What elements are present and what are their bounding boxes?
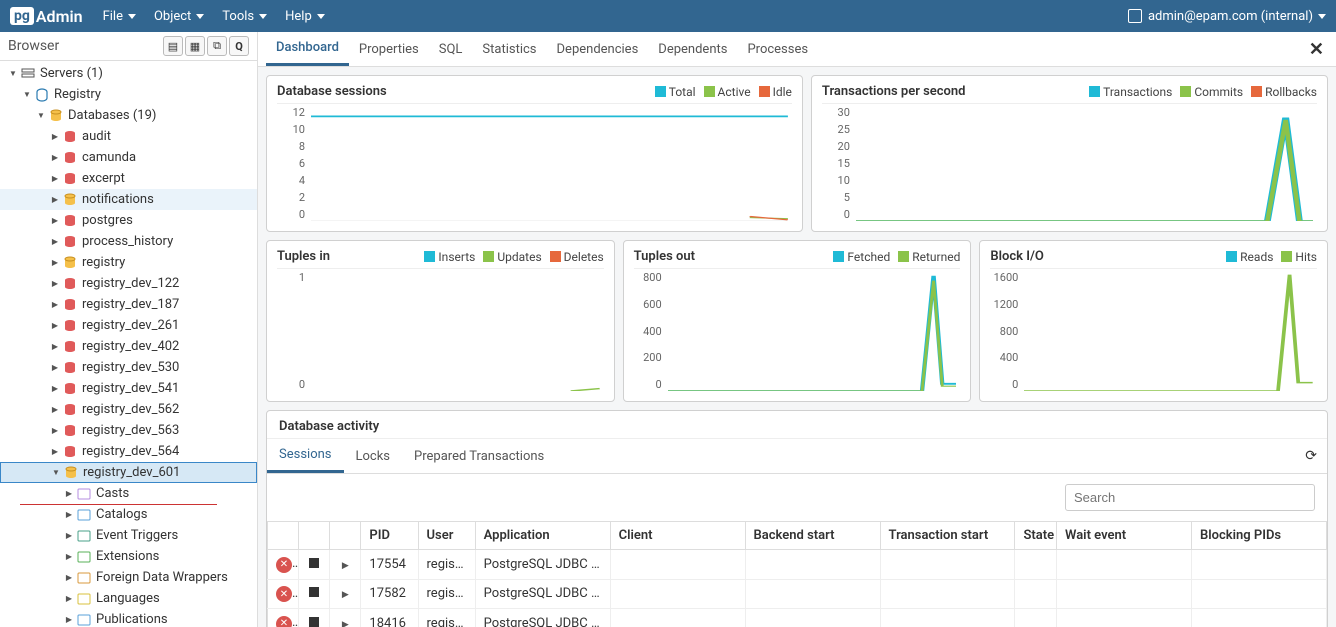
menu-file[interactable]: File [103, 9, 136, 24]
activity-search-input[interactable] [1065, 484, 1315, 511]
menu-object[interactable]: Object [154, 9, 204, 24]
chart-tuples-out: 8006004002000 [634, 268, 961, 393]
server-status-icon [1128, 9, 1142, 23]
refresh-icon[interactable]: ⟳ [1295, 442, 1327, 470]
tree-db-postgres[interactable]: postgres [0, 210, 257, 231]
tree-db-registry_dev_530[interactable]: registry_dev_530 [0, 357, 257, 378]
browser-btn-3[interactable]: ⧉ [207, 36, 227, 56]
tab-processes[interactable]: Processes [737, 34, 818, 65]
tree-databases[interactable]: Databases (19) [0, 105, 257, 126]
activity-table: PIDUserApplicationClientBackend startTra… [267, 521, 1327, 627]
brand-name: Admin [36, 7, 83, 26]
card-tps-title: Transactions per second [822, 84, 966, 99]
tree-sub-extensions[interactable]: Extensions [0, 546, 257, 567]
tree-db-registry_dev_187[interactable]: registry_dev_187 [0, 294, 257, 315]
expand-icon[interactable] [342, 586, 349, 601]
tab-properties[interactable]: Properties [349, 34, 429, 65]
tree-servers[interactable]: Servers (1) [0, 63, 257, 84]
tree-db-registry_dev_122[interactable]: registry_dev_122 [0, 273, 257, 294]
menu-tools[interactable]: Tools [222, 9, 267, 24]
top-menubar: pg Admin File Object Tools Help admin@ep… [0, 0, 1336, 32]
expand-icon[interactable] [342, 557, 349, 572]
tree-sub-languages[interactable]: Languages [0, 588, 257, 609]
col-action[interactable] [330, 522, 361, 550]
tree-sub-publications[interactable]: Publications [0, 609, 257, 627]
activity-tab-prepared[interactable]: Prepared Transactions [402, 441, 556, 472]
chart-sessions: 121086420 [277, 103, 792, 223]
terminate-icon[interactable]: ✕ [276, 586, 292, 602]
tree-sub-catalogs[interactable]: Catalogs [0, 504, 257, 525]
terminate-icon[interactable]: ✕ [276, 616, 292, 627]
tree-db-registry_dev_601[interactable]: registry_dev_601 [0, 462, 257, 483]
tree-sub-event-triggers[interactable]: Event Triggers [0, 525, 257, 546]
table-row[interactable]: ✕18416registr…PostgreSQL JDBC Dr… [268, 609, 1327, 627]
card-block-io: Block I/O Reads Hits 160012008004000 [979, 240, 1328, 402]
col-action[interactable] [299, 522, 330, 550]
chart-tps: 302520151050 [822, 103, 1317, 223]
expand-icon[interactable] [342, 616, 349, 627]
tab-dependents[interactable]: Dependents [648, 34, 737, 65]
chart-tuples-in: 10 [277, 268, 604, 393]
close-panel-button[interactable]: ✕ [1309, 39, 1328, 60]
tab-statistics[interactable]: Statistics [472, 34, 546, 65]
tree-db-registry_dev_564[interactable]: registry_dev_564 [0, 441, 257, 462]
card-sessions-title: Database sessions [277, 84, 387, 99]
tree-db-process_history[interactable]: process_history [0, 231, 257, 252]
tree-db-notifications[interactable]: notifications [0, 189, 257, 210]
tree-db-registry_dev_562[interactable]: registry_dev_562 [0, 399, 257, 420]
col-User[interactable]: User [418, 522, 475, 550]
stop-icon[interactable] [309, 558, 319, 568]
stop-icon[interactable] [309, 617, 319, 627]
browser-title: Browser [8, 38, 163, 54]
chart-block-io: 160012008004000 [990, 268, 1317, 393]
table-row[interactable]: ✕17582registr…PostgreSQL JDBC Dr… [268, 579, 1327, 609]
tree-sub-foreign-data-wrappers[interactable]: Foreign Data Wrappers [0, 567, 257, 588]
col-action[interactable] [268, 522, 299, 550]
card-tps: Transactions per second Transactions Com… [811, 75, 1328, 232]
browser-btn-1[interactable]: ▤ [163, 36, 183, 56]
tab-dashboard[interactable]: Dashboard [266, 32, 349, 66]
user-menu[interactable]: admin@epam.com (internal) [1148, 9, 1326, 24]
menu-help[interactable]: Help [285, 9, 325, 24]
activity-title: Database activity [267, 411, 1327, 439]
tree-db-excerpt[interactable]: excerpt [0, 168, 257, 189]
card-database-activity: Database activity Sessions Locks Prepare… [266, 410, 1328, 627]
tree-server-registry[interactable]: Registry [0, 84, 257, 105]
col-Transaction start[interactable]: Transaction start [880, 522, 1015, 550]
tree-db-registry_dev_402[interactable]: registry_dev_402 [0, 336, 257, 357]
col-Client[interactable]: Client [610, 522, 745, 550]
tree-sub-casts[interactable]: Casts [0, 483, 257, 504]
col-Wait event[interactable]: Wait event [1057, 522, 1192, 550]
card-sessions: Database sessions Total Active Idle 1210… [266, 75, 803, 232]
col-PID[interactable]: PID [361, 522, 418, 550]
logo-badge: pg [10, 7, 34, 25]
browser-sidebar: Browser ▤ ▦ ⧉ Q Servers (1)RegistryDatab… [0, 32, 258, 627]
tree-db-registry_dev_541[interactable]: registry_dev_541 [0, 378, 257, 399]
col-State[interactable]: State [1015, 522, 1057, 550]
stop-icon[interactable] [309, 587, 319, 597]
card-tuples-in: Tuples in Inserts Updates Deletes 10 [266, 240, 615, 402]
card-tuples-out: Tuples out Fetched Returned 800600400200… [623, 240, 972, 402]
tree-db-audit[interactable]: audit [0, 126, 257, 147]
tab-dependencies[interactable]: Dependencies [547, 34, 649, 65]
table-row[interactable]: ✕17554registr…PostgreSQL JDBC Dr… [268, 550, 1327, 580]
tree-db-registry_dev_563[interactable]: registry_dev_563 [0, 420, 257, 441]
tree-db-registry_dev_261[interactable]: registry_dev_261 [0, 315, 257, 336]
browser-btn-2[interactable]: ▦ [185, 36, 205, 56]
col-Blocking PIDs[interactable]: Blocking PIDs [1191, 522, 1326, 550]
tree-db-camunda[interactable]: camunda [0, 147, 257, 168]
col-Application[interactable]: Application [475, 522, 610, 550]
tree-db-registry[interactable]: registry [0, 252, 257, 273]
tab-sql[interactable]: SQL [429, 34, 473, 65]
activity-tab-locks[interactable]: Locks [344, 441, 403, 472]
object-tree[interactable]: Servers (1)RegistryDatabases (19)auditca… [0, 61, 257, 627]
activity-tab-sessions[interactable]: Sessions [267, 439, 344, 473]
browser-search[interactable]: Q [229, 36, 249, 56]
main-tabs: Dashboard Properties SQL Statistics Depe… [258, 32, 1336, 67]
terminate-icon[interactable]: ✕ [276, 557, 292, 573]
col-Backend start[interactable]: Backend start [745, 522, 880, 550]
